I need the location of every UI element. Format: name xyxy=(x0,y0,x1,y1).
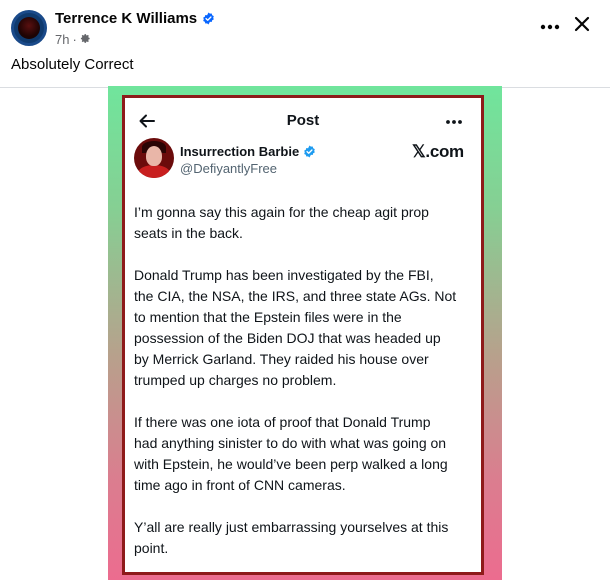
author-avatar[interactable] xyxy=(11,10,47,46)
post-meta: 7h · xyxy=(55,32,91,47)
x-header-title: Post xyxy=(286,112,320,129)
verified-badge-icon xyxy=(202,12,215,25)
x-handle: @DefiyantlyFree xyxy=(180,161,278,176)
author-name[interactable]: Terrence K Williams xyxy=(55,10,197,27)
more-options-button[interactable] xyxy=(538,14,562,38)
post-image[interactable]: Post Insurrection Barbie @DefiyantlyFree… xyxy=(108,86,502,580)
x-logo: 𝕏.com xyxy=(412,142,464,161)
gear-icon[interactable] xyxy=(80,32,91,47)
x-paragraph: I’m gonna say this again for the cheap a… xyxy=(134,204,429,241)
more-horizontal-icon xyxy=(540,17,560,35)
post-caption: Absolutely Correct xyxy=(11,56,134,73)
post-time[interactable]: 7h xyxy=(55,32,69,47)
x-display-name: Insurrection Barbie xyxy=(180,144,300,159)
close-button[interactable] xyxy=(570,14,594,38)
facebook-post: Terrence K Williams 7h · Absolutely Corr… xyxy=(0,0,610,580)
more-horizontal-icon xyxy=(445,112,463,130)
meta-separator: · xyxy=(72,32,77,47)
x-display-name-row: Insurrection Barbie xyxy=(180,144,316,159)
x-paragraph: Y’all are really just embarrassing yours… xyxy=(134,519,449,556)
verified-badge-icon xyxy=(303,145,316,158)
x-post-text: I’m gonna say this again for the cheap a… xyxy=(134,202,479,580)
author-name-row: Terrence K Williams xyxy=(55,10,215,27)
x-paragraph: If there was one iota of proof that Dona… xyxy=(134,414,448,493)
x-paragraph: Donald Trump has been investigated by th… xyxy=(134,267,457,388)
close-icon xyxy=(574,16,590,37)
x-avatar xyxy=(134,138,174,178)
x-post-card: Post Insurrection Barbie @DefiyantlyFree… xyxy=(122,95,484,575)
avatar-image xyxy=(18,17,40,39)
